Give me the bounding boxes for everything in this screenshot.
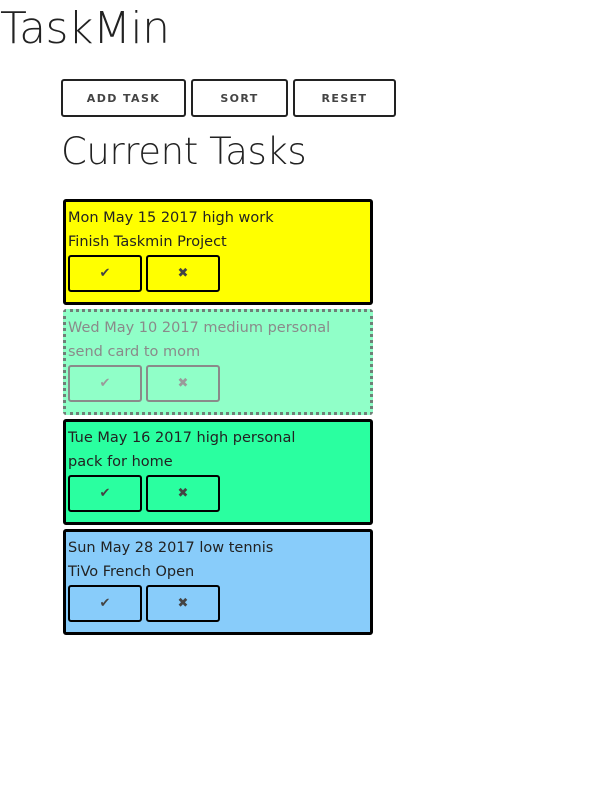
check-icon: ✔ [99, 596, 111, 611]
complete-task-button[interactable]: ✔ [68, 255, 142, 292]
task-card: Sun May 28 2017 low tennis TiVo French O… [63, 529, 373, 635]
delete-task-button[interactable]: ✖ [146, 365, 220, 402]
task-meta: Wed May 10 2017 medium personal [68, 320, 331, 336]
check-icon: ✔ [99, 376, 111, 391]
toolbar: ADD TASK SORT RESET [61, 79, 396, 117]
task-card: Tue May 16 2017 high personal pack for h… [63, 419, 373, 525]
check-icon: ✔ [99, 486, 111, 501]
task-actions: ✔ ✖ [68, 475, 370, 512]
task-actions: ✔ ✖ [68, 255, 370, 292]
delete-task-button[interactable]: ✖ [146, 255, 220, 292]
task-meta: Mon May 15 2017 high work [68, 210, 274, 226]
close-icon: ✖ [177, 596, 189, 611]
task-actions: ✔ ✖ [68, 585, 370, 622]
complete-task-button[interactable]: ✔ [68, 475, 142, 512]
close-icon: ✖ [177, 266, 189, 281]
current-tasks-heading: Current Tasks [61, 130, 307, 173]
add-task-button[interactable]: ADD TASK [61, 79, 186, 117]
app-title: TaskMin [0, 3, 170, 54]
delete-task-button[interactable]: ✖ [146, 585, 220, 622]
task-actions: ✔ ✖ [68, 365, 370, 402]
task-list: Mon May 15 2017 high work Finish Taskmin… [63, 199, 373, 639]
task-description: TiVo French Open [68, 564, 195, 580]
complete-task-button[interactable]: ✔ [68, 365, 142, 402]
task-description: Finish Taskmin Project [68, 234, 227, 250]
task-card: Mon May 15 2017 high work Finish Taskmin… [63, 199, 373, 305]
task-description: pack for home [68, 454, 173, 470]
task-card: Wed May 10 2017 medium personal send car… [63, 309, 373, 415]
close-icon: ✖ [177, 376, 189, 391]
task-description: send card to mom [68, 344, 201, 360]
task-meta: Sun May 28 2017 low tennis [68, 540, 274, 556]
close-icon: ✖ [177, 486, 189, 501]
check-icon: ✔ [99, 266, 111, 281]
delete-task-button[interactable]: ✖ [146, 475, 220, 512]
complete-task-button[interactable]: ✔ [68, 585, 142, 622]
reset-button[interactable]: RESET [293, 79, 396, 117]
task-meta: Tue May 16 2017 high personal [68, 430, 296, 446]
sort-button[interactable]: SORT [191, 79, 288, 117]
